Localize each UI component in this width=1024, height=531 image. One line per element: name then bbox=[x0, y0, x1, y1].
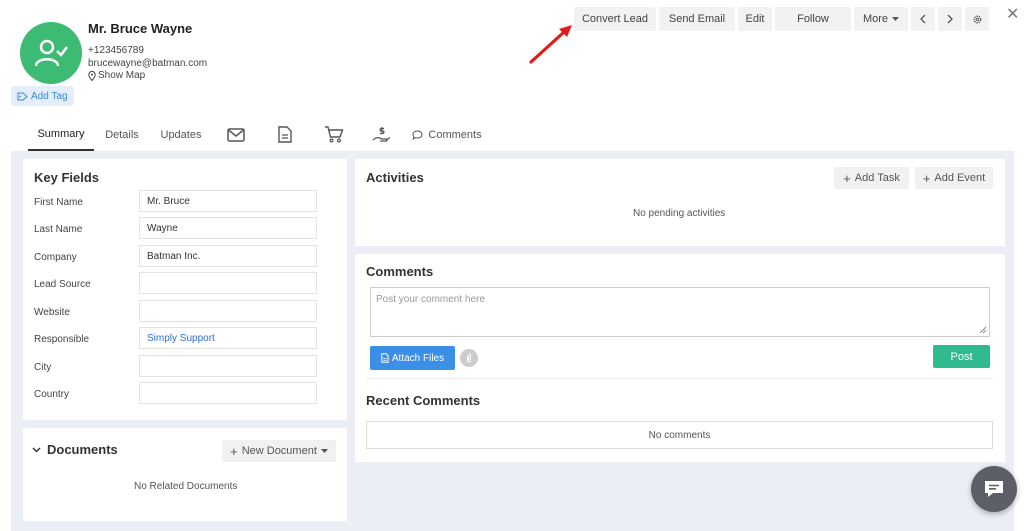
gear-icon bbox=[973, 15, 981, 23]
convert-lead-button[interactable]: Convert Lead bbox=[574, 7, 656, 31]
lead-avatar bbox=[20, 22, 82, 84]
shopping-cart-icon bbox=[325, 126, 344, 143]
previous-button[interactable] bbox=[911, 7, 935, 31]
no-activities-text: No pending activities bbox=[633, 208, 726, 219]
lead-name: Mr. Bruce Wayne bbox=[88, 21, 193, 36]
lead-source-label: Lead Source bbox=[34, 279, 91, 290]
add-tag-label: Add Tag bbox=[31, 90, 68, 102]
show-map-label: Show Map bbox=[98, 70, 146, 81]
more-label: More bbox=[862, 13, 889, 25]
documents-header[interactable]: Documents bbox=[32, 442, 118, 457]
recent-comments-title: Recent Comments bbox=[366, 393, 481, 408]
more-dropdown[interactable]: More bbox=[854, 7, 908, 31]
tab-updates[interactable]: Updates bbox=[150, 118, 212, 151]
lead-source-field[interactable] bbox=[139, 272, 317, 294]
tab-deals[interactable] bbox=[358, 118, 406, 151]
follow-button[interactable]: Follow bbox=[775, 7, 851, 31]
company-field[interactable]: Batman Inc. bbox=[139, 245, 317, 267]
resize-handle-icon[interactable] bbox=[979, 326, 987, 334]
no-comments-text: No comments bbox=[648, 429, 711, 441]
lead-email[interactable]: brucewayne@batman.com bbox=[88, 58, 207, 69]
last-name-label: Last Name bbox=[34, 224, 83, 235]
hand-money-icon bbox=[372, 126, 391, 142]
settings-button[interactable] bbox=[965, 7, 989, 31]
tab-comments[interactable]: Comments bbox=[406, 118, 488, 151]
plus-icon: + bbox=[230, 443, 238, 459]
plus-icon: + bbox=[843, 170, 851, 186]
chevron-left-icon bbox=[920, 14, 926, 24]
activities-title: Activities bbox=[366, 170, 424, 185]
tab-documents[interactable] bbox=[260, 118, 310, 151]
tab-comments-label: Comments bbox=[428, 128, 482, 141]
header-toolbar: Convert Lead Send Email Edit Follow More bbox=[574, 7, 989, 31]
first-name-field[interactable]: Mr. Bruce bbox=[139, 190, 317, 212]
show-map-link[interactable]: Show Map bbox=[88, 70, 145, 81]
responsible-field[interactable]: Simply Support bbox=[139, 327, 317, 349]
last-name-field[interactable]: Wayne bbox=[139, 217, 317, 239]
website-field[interactable] bbox=[139, 300, 317, 322]
lead-phone[interactable]: +123456789 bbox=[88, 45, 144, 56]
plus-icon: + bbox=[922, 170, 931, 186]
map-pin-icon bbox=[88, 70, 96, 81]
add-event-label: Add Event bbox=[934, 172, 986, 184]
caret-down-icon bbox=[892, 17, 900, 21]
tab-products[interactable] bbox=[310, 118, 358, 151]
chat-icon bbox=[985, 481, 1003, 497]
new-document-label: New Document bbox=[241, 445, 317, 457]
comments-divider bbox=[366, 378, 993, 379]
city-label: City bbox=[34, 362, 52, 373]
record-tabs: Summary Details Updates Comments bbox=[28, 118, 488, 151]
add-event-button[interactable]: + Add Event bbox=[915, 167, 993, 189]
chevron-right-icon bbox=[947, 14, 953, 24]
country-field[interactable] bbox=[139, 382, 317, 404]
comment-placeholder: Post your comment here bbox=[376, 294, 485, 305]
no-comments-box: No comments bbox=[366, 421, 993, 449]
tab-summary[interactable]: Summary bbox=[28, 118, 94, 151]
key-fields-title: Key Fields bbox=[34, 170, 100, 185]
responsible-label: Responsible bbox=[34, 334, 90, 345]
no-documents-text: No Related Documents bbox=[134, 481, 238, 492]
tab-details[interactable]: Details bbox=[94, 118, 150, 151]
attachment-toggle[interactable] bbox=[460, 349, 478, 367]
add-task-label: Add Task bbox=[854, 172, 900, 184]
chat-button[interactable] bbox=[971, 466, 1017, 512]
attach-files-label: Attach Files bbox=[391, 352, 445, 364]
speech-bubble-icon bbox=[412, 129, 423, 140]
document-icon bbox=[278, 126, 292, 143]
first-name-label: First Name bbox=[34, 197, 83, 208]
company-label: Company bbox=[34, 252, 77, 263]
annotation-arrow-icon bbox=[529, 25, 572, 64]
edit-button[interactable]: Edit bbox=[738, 7, 772, 31]
country-label: Country bbox=[34, 389, 70, 400]
tag-icon bbox=[17, 92, 28, 100]
close-button[interactable]: ✕ bbox=[1006, 4, 1019, 24]
comments-title: Comments bbox=[366, 264, 434, 279]
next-button[interactable] bbox=[938, 7, 962, 31]
send-email-button[interactable]: Send Email bbox=[659, 7, 735, 31]
documents-title: Documents bbox=[47, 442, 118, 457]
comment-textarea[interactable]: Post your comment here bbox=[370, 287, 990, 337]
paperclip-icon bbox=[467, 353, 471, 363]
caret-down-icon bbox=[320, 449, 328, 453]
city-field[interactable] bbox=[139, 355, 317, 377]
tab-email[interactable] bbox=[212, 118, 260, 151]
chevron-down-icon bbox=[32, 446, 41, 453]
attach-files-button[interactable]: Attach Files bbox=[370, 346, 455, 370]
add-tag-button[interactable]: Add Tag bbox=[11, 86, 74, 106]
user-check-icon bbox=[34, 39, 68, 67]
add-task-button[interactable]: + Add Task bbox=[834, 167, 909, 189]
new-document-button[interactable]: + New Document bbox=[222, 440, 336, 462]
file-icon bbox=[381, 353, 389, 363]
envelope-icon bbox=[227, 127, 245, 142]
website-label: Website bbox=[34, 307, 70, 318]
post-button[interactable]: Post bbox=[933, 345, 990, 368]
